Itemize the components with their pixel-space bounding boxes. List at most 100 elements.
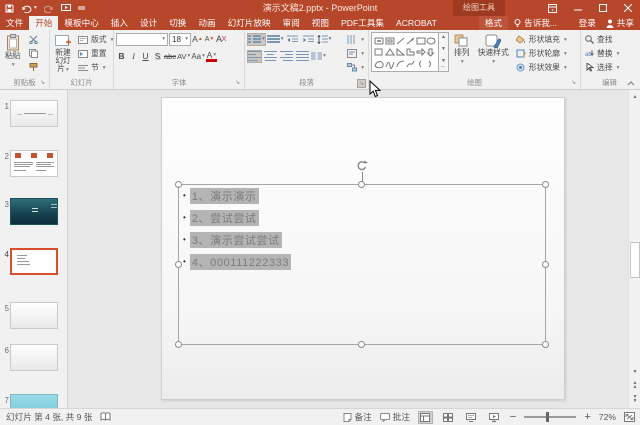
resize-handle-top-left[interactable] bbox=[175, 181, 182, 188]
paste-button[interactable]: 粘贴▾ bbox=[2, 32, 24, 78]
tab-design[interactable]: 设计 bbox=[134, 16, 163, 30]
line-spacing-button[interactable]: ▾ bbox=[317, 33, 332, 46]
bullet-line[interactable]: •1、演示演示 bbox=[183, 188, 259, 203]
font-size-combo[interactable]: 18▾ bbox=[169, 33, 191, 46]
tab-transitions[interactable]: 切换 bbox=[163, 16, 192, 30]
shape-action-button[interactable] bbox=[375, 38, 383, 44]
customize-qat-button[interactable] bbox=[78, 4, 85, 13]
scrollbar-thumb[interactable] bbox=[630, 242, 640, 278]
tab-file[interactable]: 文件 bbox=[0, 16, 29, 30]
tab-insert[interactable]: 插入 bbox=[105, 16, 134, 30]
zoom-out-button[interactable]: − bbox=[510, 411, 516, 423]
tell-me-box[interactable]: 告诉我... bbox=[508, 16, 563, 30]
strikethrough-button[interactable]: abc bbox=[164, 50, 176, 63]
underline-button[interactable]: U bbox=[140, 50, 151, 63]
select-button[interactable]: 选择▾ bbox=[583, 61, 621, 74]
shape-square[interactable] bbox=[375, 49, 382, 55]
shapes-gallery[interactable] bbox=[371, 32, 439, 72]
slide-thumbnail-4-selected[interactable] bbox=[10, 248, 58, 275]
start-slideshow-button[interactable] bbox=[61, 4, 71, 13]
shape-rectangle[interactable] bbox=[417, 38, 425, 44]
scroll-up-button[interactable]: ▲ bbox=[630, 91, 640, 102]
shape-left-paren[interactable] bbox=[420, 61, 422, 67]
shapes-gallery-scrollbar[interactable]: ▲ ▼ ▼─ bbox=[439, 32, 449, 72]
tab-acrobat[interactable]: ACROBAT bbox=[390, 16, 443, 30]
editor-vertical-scrollbar[interactable]: ▲ ▼ ▲▲ ▼▼ bbox=[628, 90, 640, 408]
redo-button[interactable] bbox=[44, 4, 54, 13]
align-left-button[interactable] bbox=[247, 50, 262, 63]
resize-handle-bottom-center[interactable] bbox=[358, 341, 365, 348]
drawing-dialog-launcher[interactable]: ↘ bbox=[569, 79, 578, 88]
clipboard-dialog-launcher[interactable]: ↘ bbox=[38, 79, 47, 88]
close-button[interactable] bbox=[615, 0, 640, 16]
gallery-up-icon[interactable]: ▲ bbox=[441, 34, 446, 40]
format-painter-button[interactable] bbox=[26, 61, 41, 74]
clear-formatting-button[interactable]: A bbox=[216, 33, 227, 46]
save-icon[interactable] bbox=[5, 4, 14, 13]
shape-effects-button[interactable]: 形状效果▾ bbox=[514, 61, 569, 74]
find-button[interactable]: 查找 bbox=[583, 33, 621, 46]
share-button[interactable]: 共享 bbox=[606, 17, 634, 29]
resize-handle-top-right[interactable] bbox=[542, 181, 549, 188]
collapse-ribbon-button[interactable] bbox=[627, 81, 635, 86]
slide-thumbnail-5[interactable] bbox=[10, 302, 58, 329]
justify-button[interactable] bbox=[295, 50, 310, 63]
slide-thumbnail-2[interactable] bbox=[10, 150, 58, 177]
resize-handle-middle-left[interactable] bbox=[175, 261, 182, 268]
shape-triangle[interactable] bbox=[386, 49, 394, 55]
text-shadow-button[interactable]: S bbox=[152, 50, 163, 63]
convert-to-smartart-button[interactable]: ▾ bbox=[345, 61, 366, 74]
slide-thumbnail-1[interactable] bbox=[10, 100, 58, 127]
next-slide-button[interactable]: ▼▼ bbox=[630, 393, 640, 404]
resize-handle-bottom-left[interactable] bbox=[175, 341, 182, 348]
font-dialog-launcher[interactable]: ↘ bbox=[233, 79, 242, 88]
tab-template-center[interactable]: 模板中心 bbox=[58, 16, 104, 30]
view-slideshow-button[interactable] bbox=[487, 411, 502, 424]
shape-frame[interactable] bbox=[386, 38, 394, 44]
zoom-slider[interactable] bbox=[524, 416, 576, 418]
replace-button[interactable]: ab替换▾ bbox=[583, 47, 621, 60]
ribbon-display-options-button[interactable] bbox=[540, 0, 565, 16]
previous-slide-button[interactable]: ▲▲ bbox=[630, 379, 640, 390]
maximize-button[interactable] bbox=[590, 0, 615, 16]
bullet-line[interactable]: •4、000111222333 bbox=[183, 254, 291, 269]
minimize-button[interactable] bbox=[565, 0, 590, 16]
section-button[interactable]: 节▾ bbox=[76, 61, 115, 74]
text-box-selected[interactable]: •1、演示演示 •2、尝试尝试 •3、演示尝试尝试 •4、00011122233… bbox=[178, 184, 546, 345]
bullets-button[interactable]: ▾ bbox=[247, 33, 266, 46]
character-spacing-button[interactable]: AV▾ bbox=[177, 50, 190, 63]
text-direction-button[interactable]: ▾ bbox=[345, 33, 366, 46]
shape-down-arrow[interactable] bbox=[428, 49, 434, 56]
fit-to-window-button[interactable] bbox=[624, 412, 635, 422]
spell-check-icon[interactable] bbox=[100, 412, 111, 422]
shape-right-arrow[interactable] bbox=[417, 49, 425, 55]
change-case-button[interactable]: Aa▾ bbox=[191, 50, 205, 63]
tab-view[interactable]: 视图 bbox=[306, 16, 335, 30]
increase-indent-button[interactable] bbox=[301, 33, 316, 46]
shape-right-paren[interactable] bbox=[429, 61, 431, 67]
italic-button[interactable]: I bbox=[128, 50, 139, 63]
shape-line[interactable] bbox=[397, 38, 404, 44]
zoom-in-button[interactable]: + bbox=[584, 411, 590, 423]
sign-in-link[interactable]: 登录 bbox=[579, 17, 596, 29]
decrease-indent-button[interactable] bbox=[285, 33, 300, 46]
resize-handle-middle-right[interactable] bbox=[542, 261, 549, 268]
tab-format[interactable]: 格式 bbox=[479, 16, 508, 30]
shape-l-shape[interactable] bbox=[407, 49, 414, 55]
rotate-handle[interactable] bbox=[356, 160, 368, 172]
shape-curve[interactable] bbox=[407, 61, 414, 67]
shape-outline-button[interactable]: 形状轮廓▾ bbox=[514, 47, 569, 60]
resize-handle-top-center[interactable] bbox=[358, 181, 365, 188]
view-slide-sorter-button[interactable] bbox=[441, 411, 456, 424]
slide-thumbnail-6[interactable] bbox=[10, 344, 58, 371]
view-reading-button[interactable] bbox=[464, 411, 479, 424]
tab-review[interactable]: 审阅 bbox=[277, 16, 306, 30]
shape-arc[interactable] bbox=[397, 61, 404, 67]
align-text-button[interactable]: ▾ bbox=[345, 47, 366, 60]
gallery-down-icon[interactable]: ▼ bbox=[441, 46, 446, 52]
font-color-button[interactable]: A▾ bbox=[206, 51, 217, 62]
gallery-more-icon[interactable]: ▼─ bbox=[441, 58, 446, 70]
shrink-font-button[interactable]: A▼ bbox=[204, 33, 215, 46]
scroll-down-button[interactable]: ▼ bbox=[630, 366, 640, 377]
shape-oval[interactable] bbox=[427, 38, 435, 44]
